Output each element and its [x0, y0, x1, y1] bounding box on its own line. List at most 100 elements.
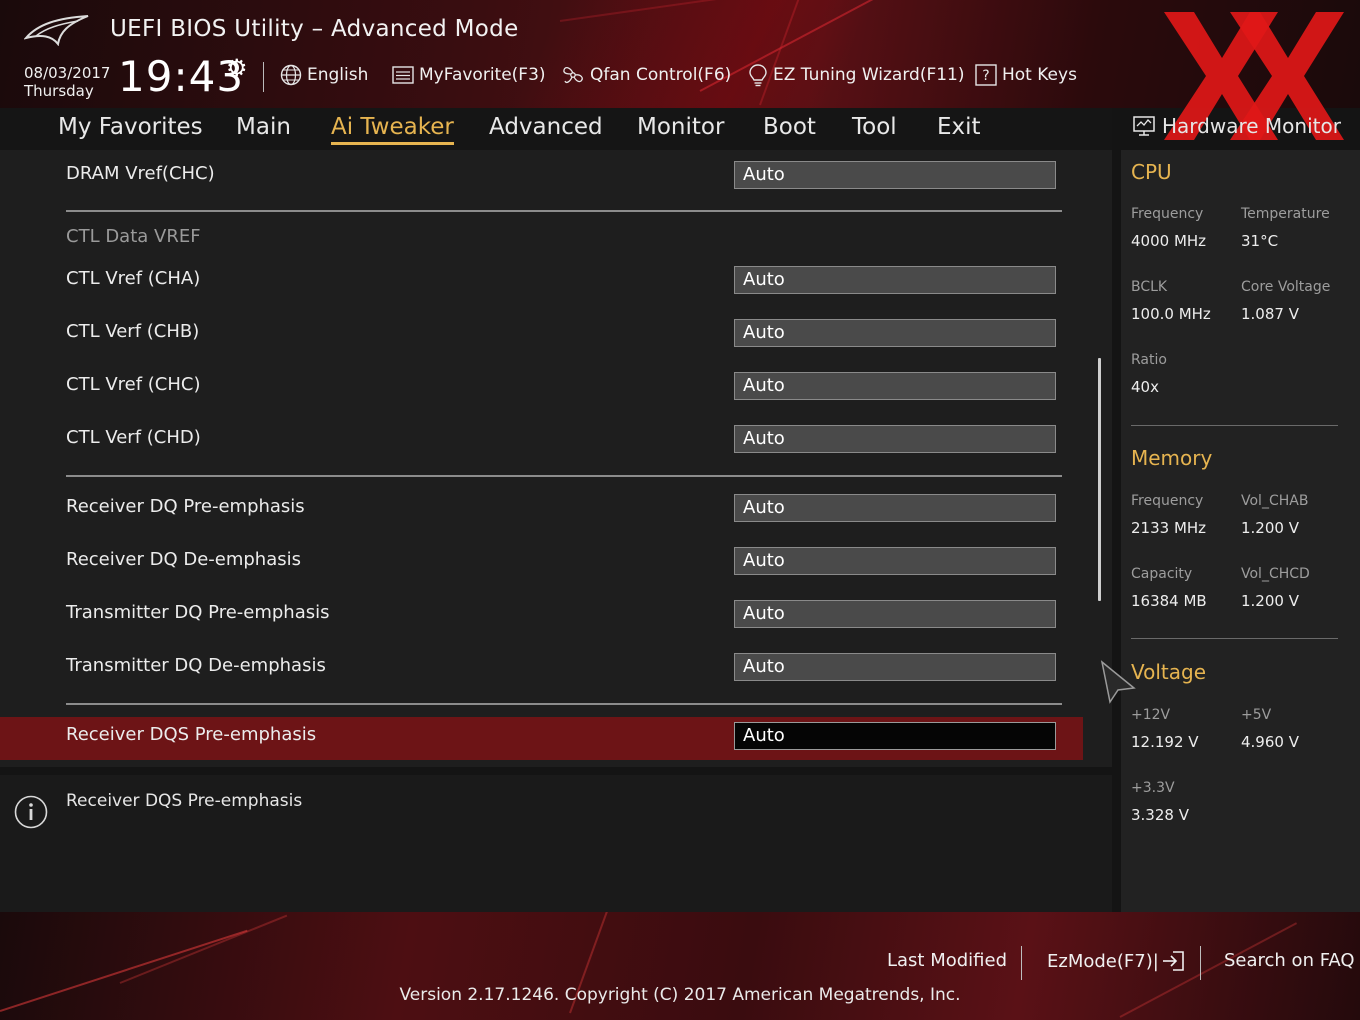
- cpu-heading: CPU: [1131, 160, 1172, 184]
- setting-value[interactable]: Auto: [734, 425, 1056, 453]
- myfavorite-label: MyFavorite(F3): [419, 65, 546, 85]
- language-button[interactable]: English: [279, 62, 368, 88]
- globe-icon: [280, 64, 302, 86]
- hardware-monitor-panel: CPU Frequency Temperature 4000 MHz 31°C …: [1121, 150, 1360, 912]
- bclk-label: BCLK: [1131, 279, 1168, 295]
- info-icon: [14, 795, 48, 829]
- list-icon: [392, 66, 414, 84]
- mouse-cursor-icon: [1100, 660, 1136, 704]
- ratio-value: 40x: [1131, 378, 1159, 396]
- footer-bar: Last Modified EzMode(F7)| Search on FAQ …: [0, 912, 1360, 1020]
- cpu-frequency-value: 4000 MHz: [1131, 232, 1207, 250]
- help-box-icon: ?: [975, 64, 997, 86]
- date-display: 08/03/2017 Thursday: [24, 64, 110, 100]
- bclk-value: 100.0 MHz: [1131, 305, 1211, 323]
- rog-logo-icon: [24, 15, 89, 46]
- memory-frequency-value: 2133 MHz: [1131, 519, 1207, 537]
- setting-label[interactable]: Receiver DQ De-emphasis: [66, 549, 301, 570]
- search-faq-button[interactable]: Search on FAQ: [1224, 950, 1355, 971]
- ezmode-label: EzMode(F7)|: [1047, 950, 1159, 972]
- tab-exit[interactable]: Exit: [937, 114, 981, 140]
- vol-chab-label: Vol_CHAB: [1241, 493, 1309, 509]
- tab-my-favorites[interactable]: My Favorites: [58, 114, 203, 140]
- memory-frequency-label: Frequency: [1131, 493, 1204, 509]
- monitor-icon: [1133, 116, 1155, 136]
- myfavorite-button[interactable]: MyFavorite(F3): [391, 62, 546, 88]
- qfan-control-button[interactable]: Qfan Control(F6): [560, 62, 731, 88]
- section-divider: [66, 475, 1062, 477]
- hot-keys-button[interactable]: ? Hot Keys: [974, 62, 1077, 88]
- setting-value[interactable]: Auto: [734, 372, 1056, 400]
- setting-label[interactable]: Transmitter DQ De-emphasis: [66, 655, 326, 676]
- version-text: Version 2.17.1246. Copyright (C) 2017 Am…: [399, 985, 961, 1005]
- vol-chab-value: 1.200 V: [1241, 519, 1299, 537]
- fan-icon: [563, 66, 583, 84]
- memory-heading: Memory: [1131, 446, 1213, 470]
- hot-keys-label: Hot Keys: [1002, 65, 1077, 85]
- vol-chcd-label: Vol_CHCD: [1241, 566, 1310, 582]
- settings-panel: DRAM Vref(CHC) Auto CTL Data VREF CTL Vr…: [0, 150, 1112, 767]
- cpu-temperature-value: 31°C: [1241, 232, 1279, 250]
- setting-value[interactable]: Auto: [734, 547, 1056, 575]
- tab-boot[interactable]: Boot: [763, 114, 816, 140]
- core-voltage-value: 1.087 V: [1241, 305, 1299, 323]
- setting-label[interactable]: Transmitter DQ Pre-emphasis: [66, 602, 330, 623]
- setting-label[interactable]: CTL Vref (CHC): [66, 374, 200, 395]
- voltage-heading: Voltage: [1131, 660, 1207, 684]
- ez-tuning-wizard-button[interactable]: EZ Tuning Wizard(F11): [747, 62, 965, 88]
- setting-label[interactable]: CTL Vref (CHA): [66, 268, 200, 289]
- setting-value[interactable]: Auto: [734, 600, 1056, 628]
- v12-label: +12V: [1131, 707, 1171, 723]
- hw-divider: [1131, 638, 1338, 639]
- setting-value[interactable]: Auto: [734, 494, 1056, 522]
- qfan-label: Qfan Control(F6): [590, 65, 732, 85]
- v33-value: 3.328 V: [1131, 806, 1189, 824]
- footer-divider: [1200, 946, 1201, 980]
- setting-value[interactable]: Auto: [734, 161, 1056, 189]
- help-panel: Receiver DQS Pre-emphasis: [0, 775, 1112, 913]
- tab-main[interactable]: Main: [236, 114, 291, 140]
- tab-tool[interactable]: Tool: [852, 114, 897, 140]
- ezmode-button[interactable]: EzMode(F7)|: [1047, 950, 1187, 972]
- app-title: UEFI BIOS Utility – Advanced Mode: [110, 16, 519, 42]
- footer-divider: [1021, 946, 1022, 980]
- setting-label[interactable]: Receiver DQ Pre-emphasis: [66, 496, 305, 517]
- tab-advanced[interactable]: Advanced: [489, 114, 603, 140]
- setting-label[interactable]: CTL Verf (CHB): [66, 321, 199, 342]
- section-divider: [66, 210, 1062, 212]
- date-text: 08/03/2017: [24, 64, 111, 82]
- setting-value[interactable]: Auto: [734, 653, 1056, 681]
- section-heading: CTL Data VREF: [66, 226, 201, 247]
- v12-value: 12.192 V: [1131, 733, 1199, 751]
- setting-value[interactable]: Auto: [734, 319, 1056, 347]
- cpu-frequency-label: Frequency: [1131, 206, 1204, 222]
- setting-label-selected[interactable]: Receiver DQS Pre-emphasis: [66, 724, 316, 745]
- lightbulb-icon: [749, 64, 767, 87]
- core-voltage-label: Core Voltage: [1241, 279, 1331, 295]
- section-divider: [66, 703, 1062, 705]
- main-nav: My Favorites Main Ai Tweaker Advanced Mo…: [0, 108, 1112, 150]
- header-bar: UEFI BIOS Utility – Advanced Mode 08/03/…: [0, 0, 1360, 108]
- hw-divider: [1131, 425, 1338, 426]
- last-modified-button[interactable]: Last Modified: [887, 950, 1007, 971]
- v5-label: +5V: [1241, 707, 1272, 723]
- scrollbar[interactable]: [1098, 358, 1101, 601]
- toolbar-divider: [263, 62, 264, 92]
- tab-monitor[interactable]: Monitor: [637, 114, 724, 140]
- setting-value-selected[interactable]: Auto: [734, 722, 1056, 750]
- footer-decoration: [119, 914, 288, 984]
- v5-value: 4.960 V: [1241, 733, 1299, 751]
- setting-value[interactable]: Auto: [734, 266, 1056, 294]
- gear-icon[interactable]: ⚙: [226, 54, 248, 82]
- exit-arrow-icon: [1162, 951, 1184, 971]
- cpu-temperature-label: Temperature: [1241, 206, 1330, 222]
- setting-label[interactable]: DRAM Vref(CHC): [66, 163, 215, 184]
- help-text: Receiver DQS Pre-emphasis: [66, 791, 303, 811]
- setting-label[interactable]: CTL Verf (CHD): [66, 427, 201, 448]
- language-label: English: [307, 65, 369, 85]
- hardware-monitor-title: Hardware Monitor: [1132, 112, 1341, 140]
- vol-chcd-value: 1.200 V: [1241, 592, 1299, 610]
- v33-label: +3.3V: [1131, 780, 1175, 796]
- capacity-value: 16384 MB: [1131, 592, 1207, 610]
- tab-ai-tweaker[interactable]: Ai Tweaker: [331, 114, 454, 145]
